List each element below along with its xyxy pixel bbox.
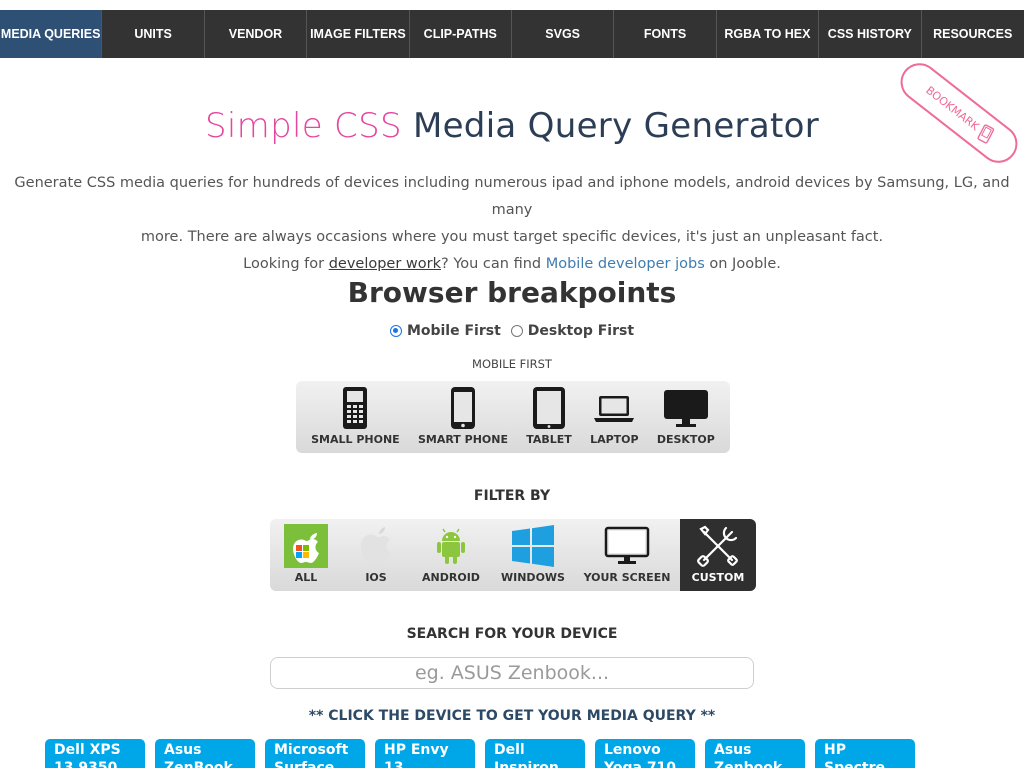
filter-android-label: ANDROID xyxy=(422,571,480,584)
filter-all-label: ALL xyxy=(294,571,318,584)
desc-line-3-suffix: on Jooble. xyxy=(704,256,781,272)
nav-css-history[interactable]: CSS HISTORY xyxy=(819,10,922,58)
nav-media-queries[interactable]: MEDIA QUERIES xyxy=(0,10,103,58)
mobile-first-label: Mobile First xyxy=(406,323,501,339)
device-card[interactable]: HP Envy 13 xyxy=(375,739,475,768)
windows-icon xyxy=(512,525,554,567)
filter-ios-label: IOS xyxy=(365,571,387,584)
device-card[interactable]: Asus Zenbook xyxy=(705,739,805,768)
smartphone-icon xyxy=(450,387,475,429)
filter-panel: ALL IOS ANDROID WINDOWS YOUR SCREEN CUST… xyxy=(270,519,756,591)
nav-rgba-to-hex[interactable]: RGBA TO HEX xyxy=(717,10,820,58)
mobile-first-radio[interactable]: Mobile First xyxy=(389,323,501,339)
mobile-developer-jobs-link[interactable]: Mobile developer jobs xyxy=(546,256,705,272)
desc-line-3: Looking for developer work? You can find… xyxy=(0,251,1024,278)
desktop-first-radio[interactable]: Desktop First xyxy=(510,323,635,339)
nav-resources[interactable]: RESOURCES xyxy=(922,10,1024,58)
title-part-generator: Media Query Generator xyxy=(412,106,819,146)
breakpoint-laptop-label: LAPTOP xyxy=(590,433,639,446)
device-card[interactable]: Asus ZenBook xyxy=(155,739,255,768)
nav-units[interactable]: UNITS xyxy=(102,10,205,58)
filter-windows[interactable]: WINDOWS xyxy=(492,519,574,591)
top-nav: MEDIA QUERIES UNITS VENDOR IMAGE FILTERS… xyxy=(0,10,1024,58)
device-card[interactable]: Microsoft Surface xyxy=(265,739,365,768)
desc-line-3-prefix: Looking for xyxy=(243,256,329,272)
desc-line-2: more. There are always occasions where y… xyxy=(140,229,884,245)
developer-work-link[interactable]: developer work xyxy=(329,256,441,272)
breakpoint-small-phone-label: SMALL PHONE xyxy=(311,433,400,446)
filter-ios[interactable]: IOS xyxy=(342,519,410,591)
page-title: Simple CSS Media Query Generator xyxy=(0,106,1024,146)
first-mode-radio-group: Mobile First Desktop First xyxy=(0,323,1024,339)
desktop-first-label: Desktop First xyxy=(527,323,635,339)
filter-android[interactable]: ANDROID xyxy=(410,519,492,591)
intro-description: Generate CSS media queries for hundreds … xyxy=(0,170,1024,278)
nav-fonts[interactable]: FONTS xyxy=(614,10,717,58)
tablet-icon xyxy=(533,387,566,429)
screen-monitor-icon xyxy=(604,526,650,564)
device-list: Dell XPS 13 9350 Asus ZenBook Microsoft … xyxy=(45,739,915,768)
tools-icon xyxy=(697,525,738,567)
device-card[interactable]: Dell XPS 13 9350 xyxy=(45,739,145,768)
filter-custom[interactable]: CUSTOM xyxy=(680,519,756,591)
breakpoint-small-phone[interactable]: SMALL PHONE xyxy=(311,386,400,446)
breakpoint-smart-phone[interactable]: SMART PHONE xyxy=(418,386,508,446)
mode-caption: MOBILE FIRST xyxy=(472,357,552,371)
device-search-input[interactable] xyxy=(270,657,754,689)
search-heading: SEARCH FOR YOUR DEVICE xyxy=(406,626,618,642)
desc-line-3-mid: ? You can find xyxy=(441,256,546,272)
mobile-first-radio-dot[interactable] xyxy=(389,325,402,337)
breakpoints-heading: Browser breakpoints xyxy=(347,276,677,309)
desktop-first-radio-dot[interactable] xyxy=(510,325,523,337)
laptop-icon xyxy=(594,396,635,422)
breakpoint-smart-phone-label: SMART PHONE xyxy=(417,433,508,446)
all-platforms-icon xyxy=(284,524,328,568)
desktop-monitor-icon xyxy=(663,390,708,427)
filter-custom-label: CUSTOM xyxy=(691,571,745,584)
breakpoint-desktop[interactable]: DESKTOP xyxy=(657,386,715,446)
device-list-heading: ** CLICK THE DEVICE TO GET YOUR MEDIA QU… xyxy=(308,708,716,724)
nav-clip-paths[interactable]: CLIP-PATHS xyxy=(410,10,512,58)
feature-phone-icon xyxy=(343,387,368,429)
title-part-simple-css: Simple CSS xyxy=(205,106,402,146)
filter-windows-label: WINDOWS xyxy=(501,571,565,584)
device-card[interactable]: HP Spectre 13 xyxy=(815,739,915,768)
breakpoint-tablet[interactable]: TABLET xyxy=(526,386,572,446)
filter-all[interactable]: ALL xyxy=(270,519,342,591)
filter-your-screen[interactable]: YOUR SCREEN xyxy=(574,519,680,591)
breakpoint-desktop-label: DESKTOP xyxy=(656,433,715,446)
nav-image-filters[interactable]: IMAGE FILTERS xyxy=(307,10,410,58)
breakpoint-panel: SMALL PHONE SMART PHONE TABLET LAPTOP DE… xyxy=(296,381,730,453)
device-card[interactable]: Lenovo Yoga 710 xyxy=(595,739,695,768)
apple-icon xyxy=(361,527,391,565)
filter-heading: FILTER BY xyxy=(473,488,551,504)
desc-line-1: Generate CSS media queries for hundreds … xyxy=(14,175,1010,218)
android-icon xyxy=(437,528,465,564)
breakpoint-tablet-label: TABLET xyxy=(526,433,572,446)
breakpoint-laptop[interactable]: LAPTOP xyxy=(590,386,639,446)
filter-your-screen-label: YOUR SCREEN xyxy=(583,571,671,584)
nav-svgs[interactable]: SVGS xyxy=(512,10,615,58)
device-card[interactable]: Dell Inspiron 15 7559 xyxy=(485,739,585,768)
nav-vendor[interactable]: VENDOR xyxy=(205,10,308,58)
